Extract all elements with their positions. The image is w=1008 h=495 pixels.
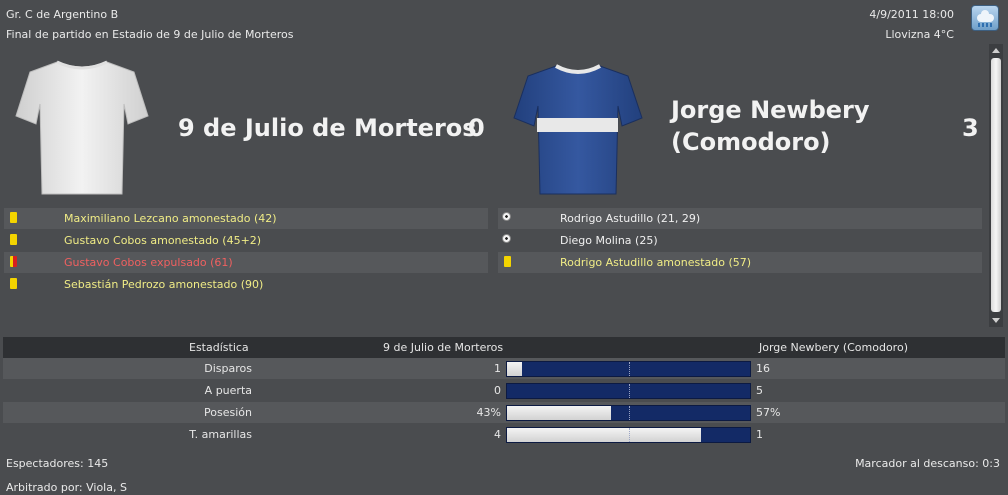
stat-comparison-bar: [506, 405, 751, 421]
list-item: Maximiliano Lezcano amonestado (42): [4, 208, 488, 229]
halftime-score-label: Marcador al descanso: 0:3: [855, 457, 1000, 470]
football-icon: [502, 234, 511, 243]
attendance-label: Espectadores: 145: [6, 457, 109, 470]
stats-home-team: 9 de Julio de Morteros: [383, 341, 504, 354]
stat-home-fill: [507, 406, 612, 420]
yellow-card-icon: [10, 212, 17, 223]
event-text: Rodrigo Astudillo amonestado (57): [560, 256, 752, 269]
away-team-name: Jorge Newbery (Comodoro): [671, 94, 870, 158]
stat-away-value: 57%: [756, 406, 781, 419]
weather-label: Llovizna 4°C: [885, 28, 954, 41]
referee-label: Arbitrado por: Viola, S: [6, 481, 127, 494]
bar-midline: [629, 384, 630, 398]
match-status-label: Final de partido en Estadio de 9 de Juli…: [6, 28, 294, 41]
list-item: Rodrigo Astudillo amonestado (57): [498, 252, 982, 273]
table-row: Posesión 43% 57%: [3, 402, 1005, 423]
away-team-name-line2: (Comodoro): [671, 128, 831, 156]
list-item: Sebastián Pedrozo amonestado (90): [4, 274, 488, 295]
match-datetime: 4/9/2011 18:00: [869, 8, 954, 21]
bar-midline: [629, 406, 630, 420]
away-score: 3: [962, 114, 979, 142]
stat-away-value: 1: [756, 428, 763, 441]
rain-icon: [978, 23, 993, 27]
stat-away-value: 16: [756, 362, 770, 375]
stats-header-label: Estadística: [189, 341, 249, 354]
away-shirt-icon: [513, 64, 643, 195]
home-team-name: 9 de Julio de Morteros: [178, 114, 477, 142]
table-row: Disparos 1 16: [3, 358, 1005, 379]
scroll-down-arrow-icon[interactable]: [992, 318, 1000, 323]
list-item: Rodrigo Astudillo (21, 29): [498, 208, 982, 229]
home-score: 0: [468, 114, 485, 142]
cloud-icon: [977, 10, 994, 22]
scroll-up-arrow-icon[interactable]: [992, 48, 1000, 53]
yellow-card-icon: [504, 256, 511, 267]
events-scrollbar[interactable]: [989, 44, 1003, 327]
stat-label: Disparos: [204, 362, 252, 375]
list-item: Gustavo Cobos expulsado (61): [4, 252, 488, 273]
stat-comparison-bar: [506, 427, 751, 443]
table-row: T. amarillas 4 1: [3, 424, 1005, 445]
yellow-card-icon: [10, 278, 17, 289]
stat-home-value: 1: [494, 362, 501, 375]
stat-home-fill: [507, 428, 702, 442]
stat-away-value: 5: [756, 384, 763, 397]
stat-label: Posesión: [204, 406, 252, 419]
competition-label: Gr. C de Argentino B: [6, 8, 119, 21]
event-text: Maximiliano Lezcano amonestado (42): [64, 212, 277, 225]
list-item: Gustavo Cobos amonestado (45+2): [4, 230, 488, 251]
event-text: Gustavo Cobos expulsado (61): [64, 256, 233, 269]
scrollbar-thumb[interactable]: [991, 58, 1001, 312]
red-card-icon: [10, 256, 17, 267]
stat-comparison-bar: [506, 361, 751, 377]
stat-comparison-bar: [506, 383, 751, 399]
event-text: Diego Molina (25): [560, 234, 658, 247]
event-text: Sebastián Pedrozo amonestado (90): [64, 278, 264, 291]
stats-table-header: Estadística 9 de Julio de Morteros Jorge…: [3, 337, 1005, 358]
stat-home-value: 43%: [476, 406, 501, 419]
bar-midline: [629, 428, 630, 442]
table-row: A puerta 0 5: [3, 380, 1005, 401]
stat-home-value: 0: [494, 384, 501, 397]
bar-midline: [629, 362, 630, 376]
stat-label: A puerta: [204, 384, 252, 397]
event-text: Gustavo Cobos amonestado (45+2): [64, 234, 262, 247]
stat-home-fill: [507, 362, 522, 376]
football-icon: [502, 212, 511, 221]
list-item: Diego Molina (25): [498, 230, 982, 251]
yellow-card-icon: [10, 234, 17, 245]
stats-away-team: Jorge Newbery (Comodoro): [759, 341, 908, 354]
weather-icon-button[interactable]: [971, 5, 999, 31]
stat-label: T. amarillas: [189, 428, 252, 441]
away-team-name-line1: Jorge Newbery: [671, 96, 870, 124]
stat-home-value: 4: [494, 428, 501, 441]
event-text: Rodrigo Astudillo (21, 29): [560, 212, 701, 225]
home-shirt-icon: [15, 60, 149, 195]
